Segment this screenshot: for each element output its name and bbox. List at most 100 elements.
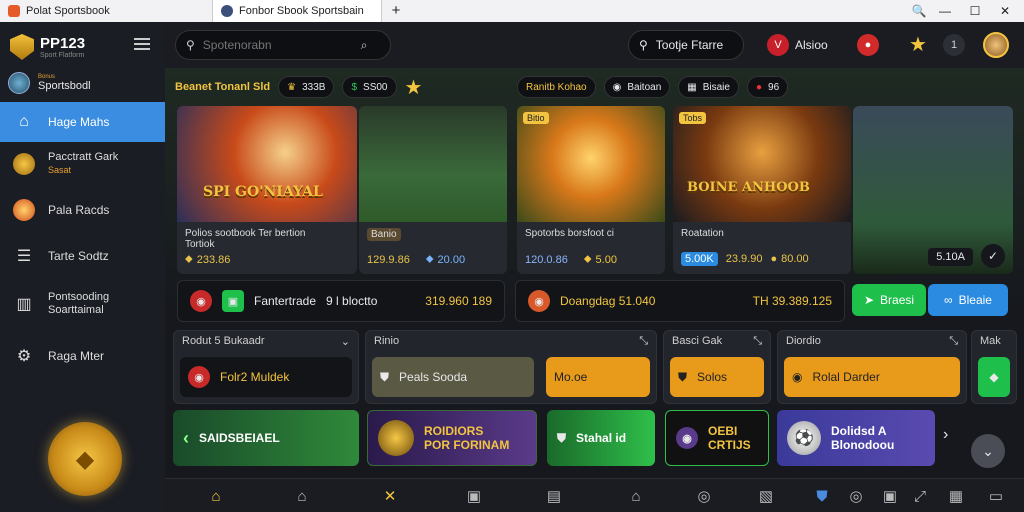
- sidebar-item-sports[interactable]: ☰ Tarte Sodtz: [0, 236, 165, 276]
- close-window-button[interactable]: ✕: [990, 0, 1020, 22]
- search-submit-icon[interactable]: ⌕: [361, 38, 368, 53]
- sidebar-item-medal[interactable]: Pacctratt Gark Sasat: [0, 144, 165, 184]
- browser-tab-active[interactable]: Fonbor Sbook Sportsbain: [212, 0, 382, 22]
- featured-card[interactable]: 5.10A ✓: [853, 106, 1013, 274]
- card-banner: BOINE ANHOOB: [687, 180, 810, 195]
- bet-green-button[interactable]: ➤ Braesi: [852, 284, 926, 316]
- promo-banner[interactable]: ROIDIORS POR FORINAM: [367, 410, 537, 466]
- bet-panel[interactable]: Mak ◆: [971, 330, 1017, 404]
- panel-body[interactable]: ⛊ Solos: [670, 357, 764, 397]
- search-box[interactable]: ⚲ ⌕: [175, 30, 391, 60]
- chevron-down-icon[interactable]: ⌄: [341, 335, 350, 351]
- avatar[interactable]: [983, 32, 1009, 58]
- chart-icon[interactable]: ▣: [463, 485, 485, 507]
- panel-body[interactable]: ⛊ Peals Sooda: [372, 357, 534, 397]
- panel-body[interactable]: ◉ Folr2 Muldek: [180, 357, 352, 397]
- sidebar-item-settings[interactable]: ⚙ Raga Mter: [0, 336, 165, 376]
- panel-body-alt[interactable]: Mo.oe: [546, 357, 650, 397]
- brand-shield-icon: V: [767, 34, 789, 56]
- market-row-right[interactable]: ◉ Doangdag 51.040 TH 39.389.125: [515, 280, 845, 322]
- bell-icon[interactable]: ⌂: [625, 485, 647, 507]
- house-icon: ⌂: [19, 113, 29, 130]
- bag-icon[interactable]: ▤: [543, 485, 565, 507]
- panel-body[interactable]: ◉ Rolal Darder: [784, 357, 960, 397]
- sidebar-item-races[interactable]: Pala Racds: [0, 190, 165, 230]
- house-outline-icon[interactable]: ⌂: [291, 485, 313, 507]
- tab-title: Fonbor Sbook Sportsbain: [239, 5, 364, 17]
- sidebar-item-home[interactable]: ⌂ Hage Mahs: [0, 102, 165, 142]
- chip-odds[interactable]: $ SS00: [342, 76, 397, 98]
- chip-title[interactable]: Ranitb Kohao: [517, 76, 596, 98]
- collapse-icon[interactable]: ⤡: [753, 335, 762, 351]
- sidebar-item-building[interactable]: ▥ Pontsooding Soarttaimal: [0, 284, 165, 324]
- notification-icon[interactable]: ●: [857, 34, 879, 56]
- expand-icon[interactable]: ⤢: [909, 485, 931, 507]
- chevron-right-icon[interactable]: ›: [943, 426, 948, 444]
- calendar-icon[interactable]: ▧: [755, 485, 777, 507]
- minimize-button[interactable]: —: [930, 0, 960, 22]
- hamburger-menu-icon[interactable]: [134, 38, 150, 50]
- star-icon[interactable]: ★: [907, 33, 929, 56]
- star-icon[interactable]: ★: [405, 75, 423, 100]
- record-icon[interactable]: ◎: [693, 485, 715, 507]
- search-input[interactable]: [202, 38, 353, 52]
- team-icon: ◉: [190, 290, 212, 312]
- send-icon: ➤: [863, 293, 875, 307]
- card-tag: Bitio: [523, 112, 549, 124]
- grid-icon: ▦: [687, 81, 697, 93]
- panel-body[interactable]: ◆: [978, 357, 1010, 397]
- medal-icon: [378, 420, 414, 456]
- odds-value: 120.0.86: [525, 253, 568, 266]
- maximize-button[interactable]: ☐: [960, 0, 990, 22]
- shield-icon[interactable]: ⛊: [811, 485, 833, 507]
- chip-filter[interactable]: ◉ Baitoan: [603, 76, 671, 98]
- promo-banner[interactable]: ◉ OEBI CRTIJS: [665, 410, 769, 466]
- promo-banner[interactable]: ⛊ Stahal id: [547, 410, 655, 466]
- chip-odds[interactable]: ♛ 333B: [278, 76, 335, 98]
- sidebar-item-sub: Sasat: [48, 165, 72, 175]
- promo-banner[interactable]: ‹ SAIDSBEIAEL: [173, 410, 359, 466]
- desktop-icon[interactable]: ▭: [985, 485, 1007, 507]
- featured-card[interactable]: Banio 129.9.86 ⬥ 20.00: [359, 106, 507, 274]
- trophy-icon: ♛: [287, 81, 297, 93]
- cross-icon[interactable]: ✕: [379, 485, 401, 507]
- bet-panel[interactable]: Rodut 5 Bukaadr ⌄ ◉ Folr2 Muldek: [173, 330, 359, 404]
- featured-card[interactable]: Bitio Spotorbs borsfoot ci 120.0.86 ⬥ 5.00: [517, 106, 665, 274]
- bet-panel[interactable]: Rinio ⤡ ⛊ Peals Sooda Mo.oe: [365, 330, 657, 404]
- new-tab-button[interactable]: +: [386, 2, 406, 20]
- card-image: [359, 106, 507, 222]
- brand-badge[interactable]: V Alsioo: [767, 34, 828, 56]
- ball-icon: ◉: [612, 81, 622, 93]
- chip-live[interactable]: ● 96: [746, 76, 789, 98]
- grid-icon[interactable]: ▦: [945, 485, 967, 507]
- target-icon[interactable]: ◎: [845, 485, 867, 507]
- brand-label: Alsioo: [795, 38, 828, 52]
- market-row-left[interactable]: ◉ ▣ Fantertrade 9 l bloctto 319.960 189: [177, 280, 505, 322]
- browser-tab-polat[interactable]: Polat Sportsbook: [0, 0, 210, 22]
- site-logo[interactable]: PP123 Sport Flatform: [10, 30, 130, 64]
- featured-card[interactable]: SPI GO'NIAYAL Polios sootbook Ter bertio…: [177, 106, 357, 274]
- chip-filter[interactable]: ▦ Bisaie: [678, 76, 739, 98]
- collapse-icon[interactable]: ⤡: [949, 335, 958, 351]
- card-caption-line: Tortiok: [185, 239, 215, 250]
- search-icon: ⚲: [639, 38, 648, 52]
- home-icon[interactable]: ⌂: [205, 485, 227, 507]
- promo-label: CRTIJS: [708, 438, 751, 452]
- bet-panel[interactable]: Diordio ⤡ ◉ Rolal Darder: [777, 330, 967, 404]
- sidebar-item-label: Pala Racds: [48, 203, 110, 217]
- logo-subtitle: Sport Flatform: [40, 52, 85, 59]
- bet-panel[interactable]: Basci Gak ⤡ ⛊ Solos: [663, 330, 771, 404]
- chevron-left-icon[interactable]: ‹: [183, 428, 189, 449]
- card-odds: 129.9.86 ⬥ 20.00: [367, 253, 465, 266]
- check-icon[interactable]: ✓: [981, 244, 1005, 268]
- featured-card[interactable]: Tobs BOINE ANHOOB Roatation 5.00K 23.9.9…: [673, 106, 851, 274]
- promo-banner[interactable]: ⚽ Dolidsd A Blonodoou: [777, 410, 935, 466]
- sidebar-user[interactable]: Bonus Sportsbodl: [8, 70, 163, 96]
- gold-emblem-icon: ◆: [48, 422, 122, 496]
- bet-blue-button[interactable]: ∞ Bleaie: [928, 284, 1008, 316]
- panel-title: Basci Gak: [672, 335, 723, 347]
- filter-pill[interactable]: ⚲ Tootje Ftarre: [628, 30, 744, 60]
- image-icon[interactable]: ▣: [879, 485, 901, 507]
- collapse-icon[interactable]: ⤡: [639, 335, 648, 351]
- arrow-down-icon[interactable]: ⌄: [971, 434, 1005, 468]
